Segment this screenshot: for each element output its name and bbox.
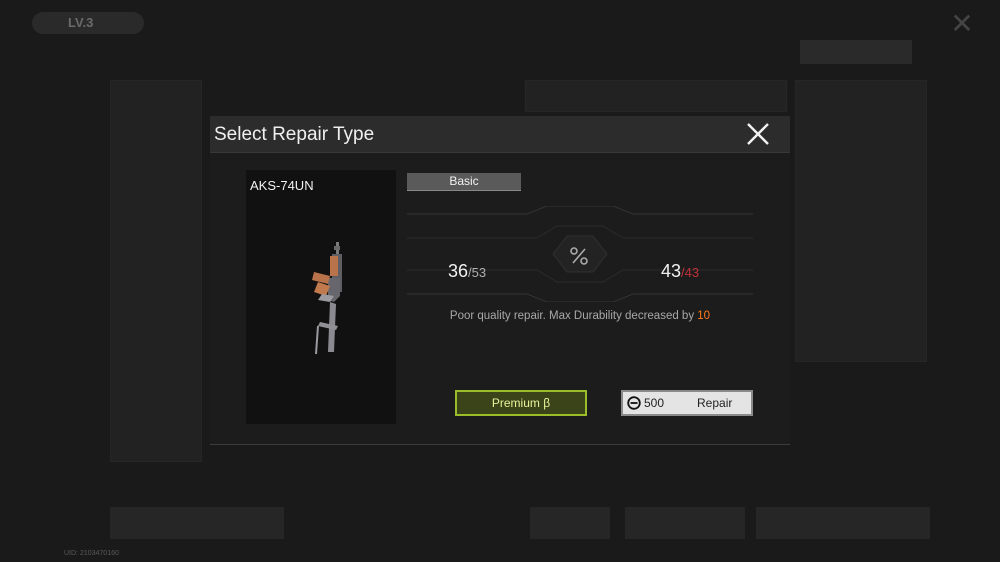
current-durability-max: /53: [468, 265, 487, 280]
background-left-button: [110, 507, 284, 539]
repair-note-text: Poor quality repair. Max Durability decr…: [449, 310, 698, 322]
background-close-icon: ✕: [950, 8, 974, 39]
repair-modal: Select Repair Type AKS-74UN Basic 36/53 …: [210, 116, 790, 445]
background-tag: [800, 40, 912, 64]
uid-label: UID: 2103470160: [64, 550, 119, 557]
repair-label: Repair: [697, 396, 733, 410]
repair-note: Poor quality repair. Max Durability decr…: [407, 310, 753, 322]
item-card: AKS-74UN: [246, 170, 396, 424]
tab-basic[interactable]: Basic: [407, 173, 521, 191]
currency-icon: [627, 396, 641, 410]
new-durability-value: 43: [661, 261, 682, 281]
current-durability-value: 36: [448, 261, 469, 281]
level-badge: LV.3: [32, 12, 144, 34]
background-right-button: [756, 507, 930, 539]
percent-icon: [570, 247, 588, 265]
repair-button[interactable]: 500 Repair: [621, 390, 753, 416]
background-side-panel: [795, 80, 927, 362]
repair-cost: 500: [644, 396, 665, 410]
background-item-strip: [525, 80, 787, 112]
rifle-icon: [312, 242, 342, 355]
background-batch-button: [625, 507, 745, 539]
background-filter-button: [530, 507, 610, 539]
close-button[interactable]: [744, 120, 772, 148]
new-durability: 43/43: [661, 261, 699, 282]
background-inventory-column: [110, 80, 202, 462]
item-name: AKS-74UN: [250, 178, 314, 193]
modal-header: Select Repair Type: [210, 116, 790, 153]
premium-button[interactable]: Premium β: [455, 390, 587, 416]
repair-note-value: 10: [697, 310, 711, 322]
close-icon: [747, 123, 769, 145]
current-durability: 36/53: [448, 261, 486, 282]
new-durability-max: /43: [681, 265, 700, 280]
modal-title: Select Repair Type: [214, 124, 375, 145]
